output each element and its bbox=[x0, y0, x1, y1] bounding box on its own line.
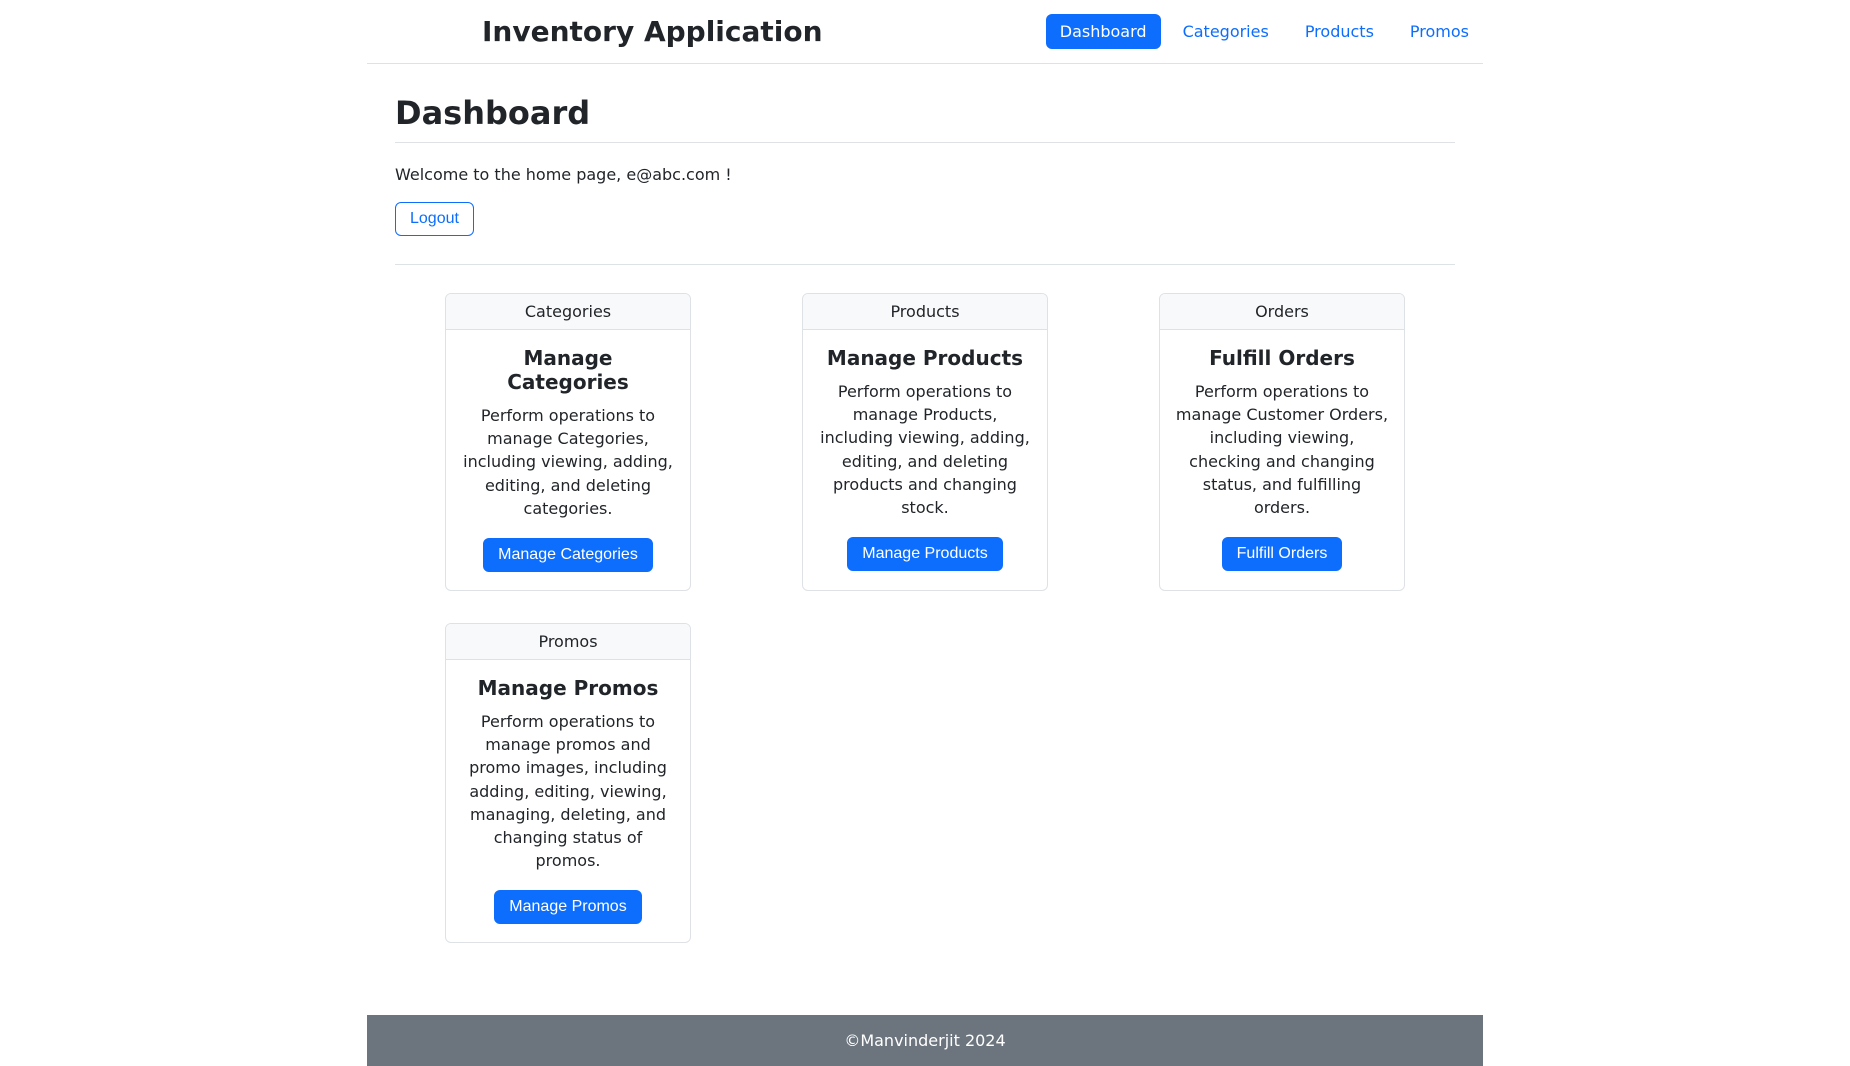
nav-link-products[interactable]: Products bbox=[1291, 14, 1388, 49]
cards-row: Categories Manage Categories Perform ope… bbox=[395, 293, 1455, 975]
card-text: Perform operations to manage Categories,… bbox=[460, 404, 676, 520]
card-header: Products bbox=[803, 294, 1047, 330]
main-content: Dashboard Welcome to the home page, e@ab… bbox=[367, 64, 1483, 1015]
card-title: Manage Categories bbox=[460, 346, 676, 394]
card-text: Perform operations to manage Customer Or… bbox=[1174, 380, 1390, 519]
card-promos: Promos Manage Promos Perform operations … bbox=[445, 623, 691, 943]
card-title: Manage Promos bbox=[460, 676, 676, 700]
card-title: Fulfill Orders bbox=[1174, 346, 1390, 370]
footer-text: ©Manvinderjit 2024 bbox=[844, 1031, 1005, 1050]
footer: ©Manvinderjit 2024 bbox=[367, 1015, 1483, 1066]
nav-link-categories[interactable]: Categories bbox=[1169, 14, 1283, 49]
card-text: Perform operations to manage promos and … bbox=[460, 710, 676, 872]
manage-products-button[interactable]: Manage Products bbox=[847, 537, 1002, 571]
logout-button[interactable]: Logout bbox=[395, 202, 474, 236]
card-header: Promos bbox=[446, 624, 690, 660]
card-categories: Categories Manage Categories Perform ope… bbox=[445, 293, 691, 591]
nav-link-dashboard[interactable]: Dashboard bbox=[1046, 14, 1161, 49]
card-header: Categories bbox=[446, 294, 690, 330]
card-orders: Orders Fulfill Orders Perform operations… bbox=[1159, 293, 1405, 591]
navbar: Inventory Application Dashboard Categori… bbox=[367, 0, 1483, 64]
section-divider bbox=[395, 264, 1455, 265]
page-title: Dashboard bbox=[395, 94, 1455, 132]
manage-categories-button[interactable]: Manage Categories bbox=[483, 538, 653, 572]
brand-title[interactable]: Inventory Application bbox=[367, 15, 823, 48]
nav-links: Dashboard Categories Products Promos bbox=[1046, 14, 1483, 49]
title-divider bbox=[395, 142, 1455, 143]
card-header: Orders bbox=[1160, 294, 1404, 330]
nav-link-promos[interactable]: Promos bbox=[1396, 14, 1483, 49]
card-products: Products Manage Products Perform operati… bbox=[802, 293, 1048, 591]
card-title: Manage Products bbox=[817, 346, 1033, 370]
manage-promos-button[interactable]: Manage Promos bbox=[494, 890, 641, 924]
welcome-text: Welcome to the home page, e@abc.com ! bbox=[395, 165, 1455, 184]
card-text: Perform operations to manage Products, i… bbox=[817, 380, 1033, 519]
fulfill-orders-button[interactable]: Fulfill Orders bbox=[1222, 537, 1343, 571]
